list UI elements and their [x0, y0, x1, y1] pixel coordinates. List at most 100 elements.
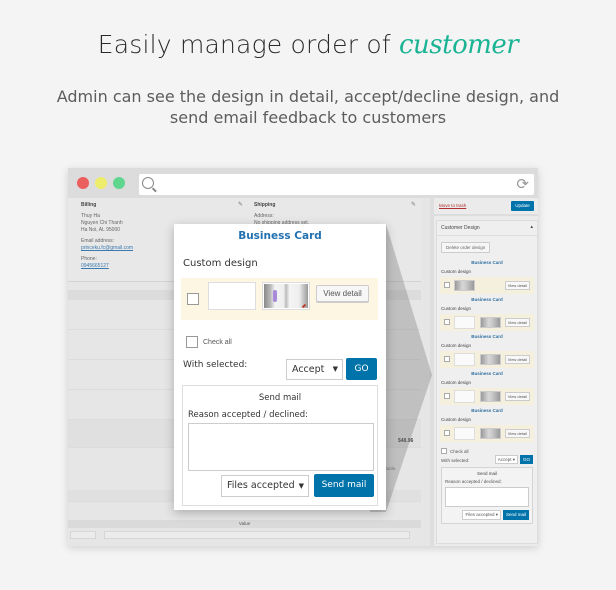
- reload-icon[interactable]: ⟳: [516, 175, 529, 193]
- design-thumbnail[interactable]: [480, 317, 501, 328]
- design-row: View detail: [440, 388, 534, 405]
- design-checkbox[interactable]: [444, 393, 450, 399]
- update-button[interactable]: Update: [511, 201, 534, 211]
- design-group-title: Business Card: [471, 297, 503, 302]
- view-detail-button[interactable]: View detail: [504, 429, 530, 438]
- files-status-select[interactable]: Files accepted ▼: [221, 475, 309, 497]
- design-group-label: Custom design: [441, 343, 472, 348]
- design-detail-popup: Business Card Custom design View detail …: [174, 224, 386, 510]
- design-input[interactable]: [454, 353, 475, 366]
- design-thumbnail[interactable]: [454, 280, 475, 291]
- reason-label: Reason accepted / declined:: [188, 410, 308, 420]
- view-detail-button[interactable]: View detail: [504, 318, 530, 327]
- order-actions: Move to trash Update: [434, 198, 538, 216]
- subheadline-line-1: Admin can see the design in detail, acce…: [56, 87, 560, 106]
- files-status-value: Files accepted: [227, 480, 295, 491]
- files-status-select[interactable]: Files accepted ▾: [462, 510, 501, 520]
- send-mail-title: Send mail: [258, 393, 302, 403]
- design-group-label: Custom design: [441, 306, 472, 311]
- design-input[interactable]: [454, 390, 475, 403]
- browser-titlebar: ⟳: [68, 168, 538, 198]
- minimize-window-button[interactable]: [95, 177, 107, 189]
- order-sidebar: Move to trash Update Customer Design Del…: [430, 198, 538, 546]
- value-column-header: Value: [68, 520, 421, 528]
- address-bar[interactable]: ⟳: [139, 174, 534, 195]
- design-checkbox[interactable]: [187, 293, 199, 305]
- close-window-button[interactable]: [77, 177, 89, 189]
- move-to-trash-link[interactable]: Move to trash: [439, 203, 466, 208]
- check-all-label: Check all: [203, 338, 232, 346]
- design-group: Business Card Custom design View detail: [440, 408, 534, 442]
- files-status-value: Files accepted: [465, 512, 495, 517]
- design-checkbox[interactable]: [444, 356, 450, 362]
- edit-shipping-icon[interactable]: ✎: [411, 202, 416, 209]
- go-button[interactable]: GO: [346, 358, 377, 380]
- meta-value-input[interactable]: [104, 531, 410, 539]
- with-selected-label: With selected:: [183, 360, 248, 370]
- headline-accent: customer: [398, 30, 519, 60]
- headline: Easily manage order of customer: [0, 30, 616, 60]
- maximize-window-button[interactable]: [113, 177, 125, 189]
- customer-design-box: Customer Design Delete order design Busi…: [436, 220, 538, 544]
- bulk-action-value: Accept: [292, 364, 325, 375]
- check-all-checkbox[interactable]: [186, 336, 198, 348]
- view-detail-button[interactable]: View detail: [504, 355, 530, 364]
- send-mail-button[interactable]: Send mail: [314, 474, 374, 497]
- design-input[interactable]: [454, 316, 475, 329]
- popup-section-label: Custom design: [183, 258, 258, 269]
- reason-textarea[interactable]: [188, 423, 374, 471]
- shipping-heading: Shipping: [254, 202, 276, 208]
- go-button[interactable]: GO: [519, 455, 533, 464]
- check-all-checkbox[interactable]: [441, 448, 447, 454]
- delete-order-design-button[interactable]: Delete order design: [441, 242, 491, 253]
- customer-design-title[interactable]: Customer Design: [437, 221, 537, 236]
- design-input[interactable]: [208, 282, 256, 310]
- design-group-label: Custom design: [441, 417, 472, 422]
- design-row: View detail: [440, 314, 534, 331]
- meta-row: [68, 530, 421, 540]
- design-checkbox[interactable]: [444, 319, 450, 325]
- design-row: View detail: [181, 278, 378, 320]
- design-group: Business Card Custom design View detail: [440, 334, 534, 368]
- popup-title: Business Card: [238, 230, 322, 242]
- bulk-action-select[interactable]: Accept ▾: [494, 455, 518, 464]
- design-row: View detail: [440, 425, 534, 442]
- design-thumbnail[interactable]: [262, 282, 310, 310]
- edit-billing-icon[interactable]: ✎: [238, 202, 243, 209]
- design-checkbox[interactable]: [444, 282, 450, 288]
- headline-text: Easily manage order of: [97, 30, 391, 59]
- check-all-label: Check all: [450, 448, 469, 454]
- bulk-action-value: Accept: [497, 457, 512, 462]
- send-mail-title: Send mail: [476, 471, 497, 476]
- billing-name: Thuy Ha: [81, 213, 100, 219]
- with-selected-label: With selected:: [441, 457, 470, 463]
- check-all: Check all: [186, 336, 232, 348]
- design-thumbnail[interactable]: [480, 354, 501, 365]
- send-mail-box: Send mail Reason accepted / declined: Fi…: [182, 385, 378, 506]
- view-detail-button[interactable]: View detail: [316, 285, 369, 302]
- design-row: View detail: [440, 277, 534, 294]
- design-thumbnail[interactable]: [480, 428, 501, 439]
- send-mail-box: Send mail Reason accepted / declined: Fi…: [441, 467, 533, 524]
- design-group-label: Custom design: [441, 269, 472, 274]
- design-checkbox[interactable]: [444, 430, 450, 436]
- view-detail-button[interactable]: View detail: [504, 392, 530, 401]
- design-group: Business Card Custom design View detail: [440, 371, 534, 405]
- bulk-action-select[interactable]: Accept ▼: [286, 359, 343, 380]
- design-input[interactable]: [454, 427, 475, 440]
- billing-heading: Billing: [81, 202, 97, 208]
- design-group-title: Business Card: [471, 408, 503, 413]
- reason-textarea[interactable]: [445, 487, 529, 507]
- design-thumbnail[interactable]: [480, 391, 501, 402]
- dropdown-arrow-icon: ▼: [298, 482, 304, 490]
- design-group: Business Card Custom design View detail: [440, 260, 534, 294]
- send-mail-button[interactable]: Send mail: [502, 510, 529, 520]
- order-total: $48.96: [398, 438, 414, 444]
- bulk-actions: Check all With selected: Accept ▾ GO: [441, 448, 533, 464]
- design-group-label: Custom design: [441, 380, 472, 385]
- design-group-title: Business Card: [471, 260, 503, 265]
- meta-key-select[interactable]: [70, 531, 96, 539]
- view-detail-button[interactable]: View detail: [504, 281, 530, 290]
- subheadline-line-2: send email feedback to customers: [169, 108, 447, 127]
- subheadline: Admin can see the design in detail, acce…: [0, 86, 616, 128]
